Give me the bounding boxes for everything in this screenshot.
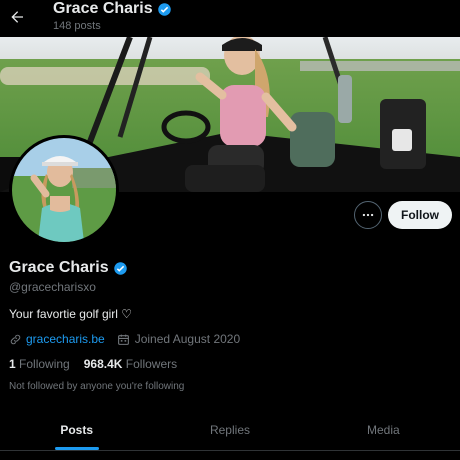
topbar-title: Grace Charis: [53, 0, 172, 18]
tab-label: Media: [366, 423, 400, 437]
website-link[interactable]: gracecharis.be: [26, 332, 105, 346]
back-button[interactable]: [4, 4, 30, 30]
tab-label: Posts: [60, 423, 93, 437]
avatar-image: [12, 138, 116, 242]
followers-link[interactable]: 968.4K Followers: [84, 357, 177, 371]
link-icon: [10, 334, 21, 344]
topbar-posts-count: 148 posts: [53, 20, 101, 32]
following-label: Following: [19, 357, 70, 371]
arrow-left-icon: [11, 11, 23, 23]
verified-badge-icon: [157, 2, 171, 16]
tabs-divider: [0, 450, 460, 451]
followers-label: Followers: [125, 357, 178, 371]
joined-date: Joined August 2020: [134, 332, 241, 346]
follow-button[interactable]: Follow: [388, 201, 452, 229]
not-followed-notice: Not followed by anyone you're following: [9, 381, 185, 392]
profile-display-name: Grace Charis: [9, 259, 128, 277]
tab-posts[interactable]: Posts: [0, 410, 153, 450]
profile-meta: gracecharis.be Joined August 2020: [9, 332, 240, 346]
profile-tabs: Posts Replies Media: [0, 410, 460, 450]
top-bar: Grace Charis 148 posts: [0, 0, 460, 37]
tab-replies[interactable]: Replies: [153, 410, 306, 450]
followers-count: 968.4K: [83, 357, 123, 371]
topbar-name: Grace Charis: [53, 0, 153, 17]
profile-avatar[interactable]: [9, 135, 119, 245]
calendar-icon: [117, 333, 130, 346]
tab-label: Replies: [209, 423, 250, 437]
follow-counts: 1 Following 968.4K Followers: [9, 357, 177, 371]
display-name-text: Grace Charis: [9, 259, 109, 276]
more-button[interactable]: [354, 201, 382, 229]
following-link[interactable]: 1 Following: [9, 357, 70, 371]
tab-media[interactable]: Media: [307, 410, 460, 450]
following-count: 1: [9, 357, 16, 371]
profile-bio: Your favortie golf girl ♡: [9, 307, 133, 321]
more-horizontal-icon: [362, 213, 374, 217]
verified-badge-icon[interactable]: [113, 261, 128, 276]
profile-handle: @gracecharisxo: [9, 280, 96, 294]
